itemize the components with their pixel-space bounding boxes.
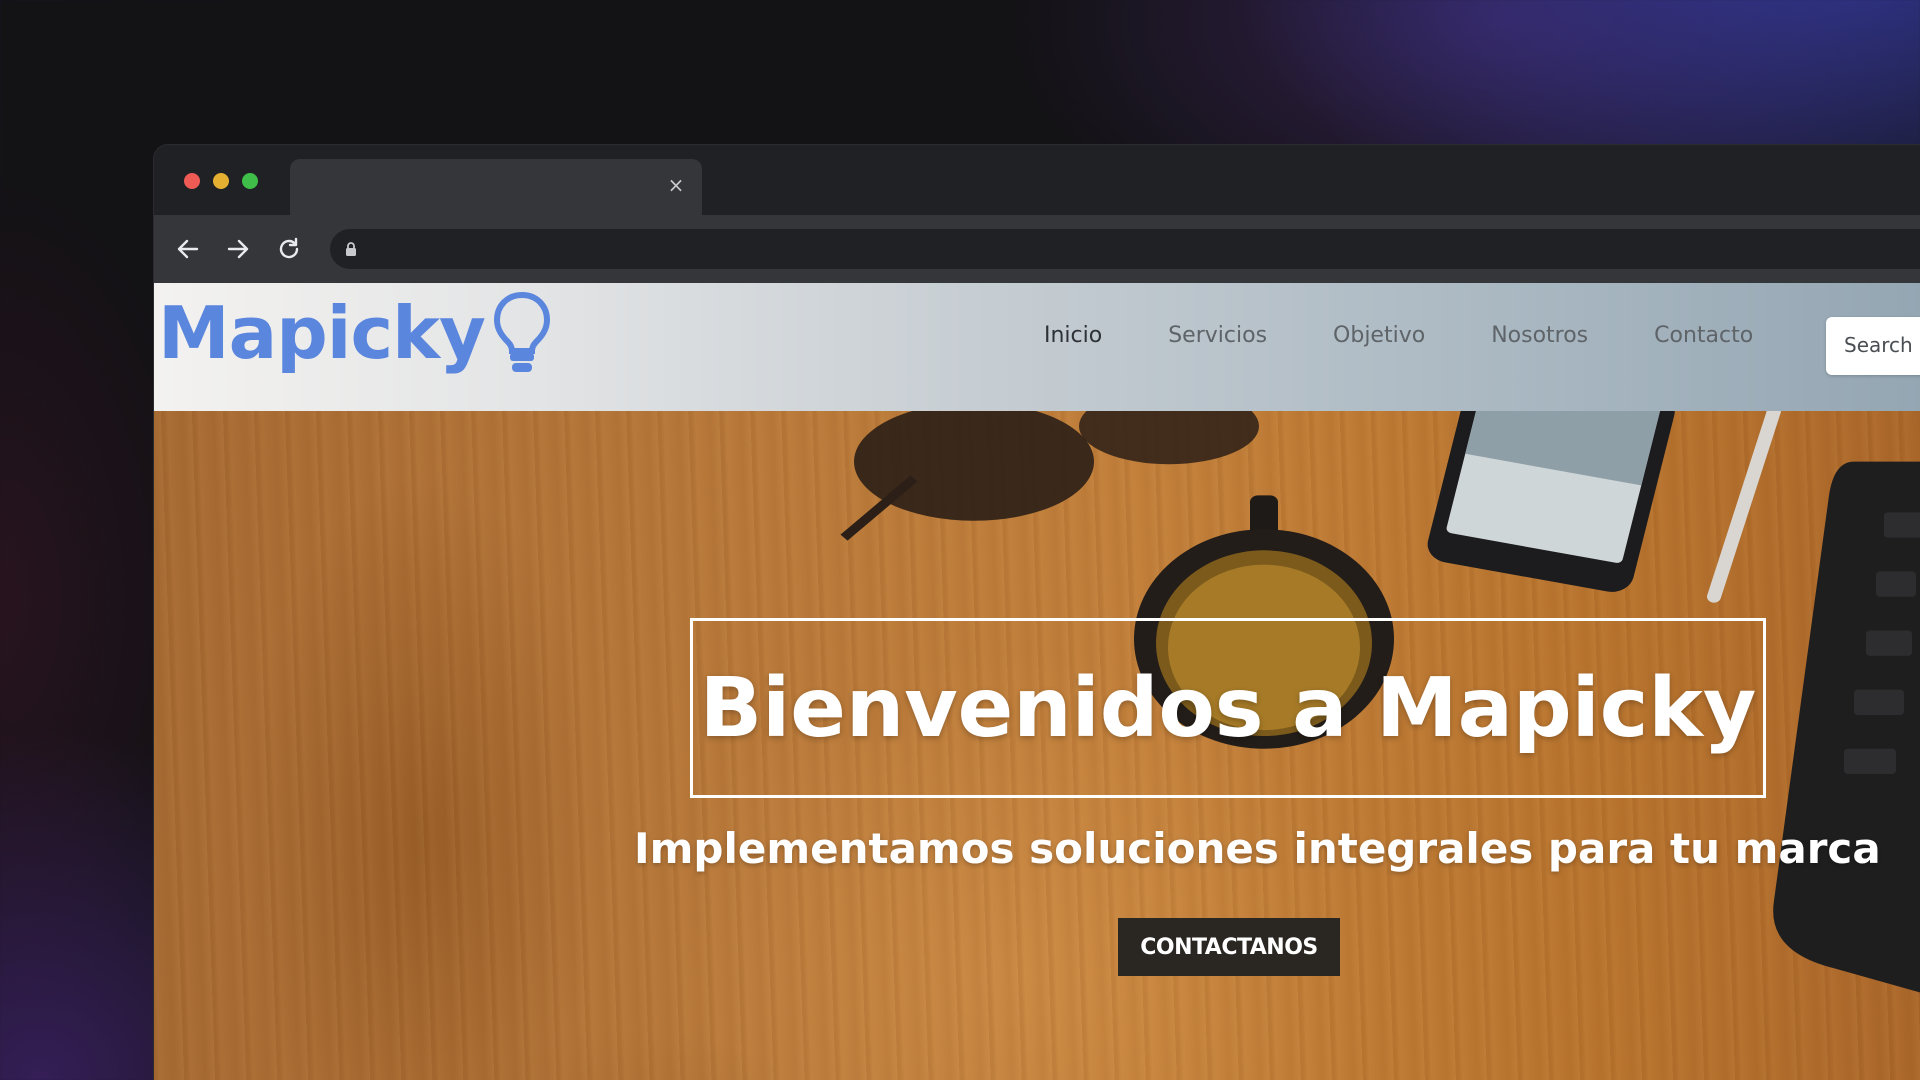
site-logo[interactable]: Mapicky: [158, 289, 555, 377]
lock-icon: [342, 240, 360, 258]
hero-title-frame: Bienvenidos a Mapicky: [690, 618, 1766, 798]
tab-bar: ×: [154, 145, 1920, 215]
maximize-window-button[interactable]: [242, 173, 258, 189]
site-header: Mapicky Inicio Servicios Objetivo Nosotr…: [154, 283, 1920, 411]
lightbulb-icon: [493, 291, 550, 372]
nav-item-contacto[interactable]: Contacto: [1654, 323, 1753, 348]
main-nav: Inicio Servicios Objetivo Nosotros Conta…: [1044, 323, 1819, 348]
arrow-right-icon[interactable]: [222, 233, 254, 265]
minimize-window-button[interactable]: [213, 173, 229, 189]
hero-title: Bienvenidos a Mapicky: [699, 660, 1757, 756]
search-input[interactable]: [1844, 333, 1920, 357]
contact-button[interactable]: CONTACTANOS: [1118, 918, 1340, 976]
nav-item-servicios[interactable]: Servicios: [1168, 323, 1267, 348]
close-icon[interactable]: ×: [664, 173, 688, 197]
web-page: Mapicky Inicio Servicios Objetivo Nosotr…: [154, 283, 1920, 1080]
search-box: [1826, 317, 1920, 375]
hero-section: Bienvenidos a Mapicky Implementamos solu…: [154, 411, 1920, 1080]
browser-toolbar: [154, 215, 1920, 283]
logo-text: Mapicky: [158, 291, 486, 375]
close-window-button[interactable]: [184, 173, 200, 189]
browser-window: × Mapicky Inicio Servicios Objetivo Noso…: [154, 145, 1920, 1080]
address-bar[interactable]: [330, 229, 1920, 269]
nav-item-inicio[interactable]: Inicio: [1044, 323, 1102, 348]
arrow-left-icon[interactable]: [172, 233, 204, 265]
reload-icon[interactable]: [273, 233, 305, 265]
hero-subtitle: Implementamos soluciones integrales para…: [634, 824, 1881, 873]
browser-tab[interactable]: ×: [290, 159, 702, 215]
nav-item-nosotros[interactable]: Nosotros: [1491, 323, 1588, 348]
nav-item-objetivo[interactable]: Objetivo: [1333, 323, 1425, 348]
